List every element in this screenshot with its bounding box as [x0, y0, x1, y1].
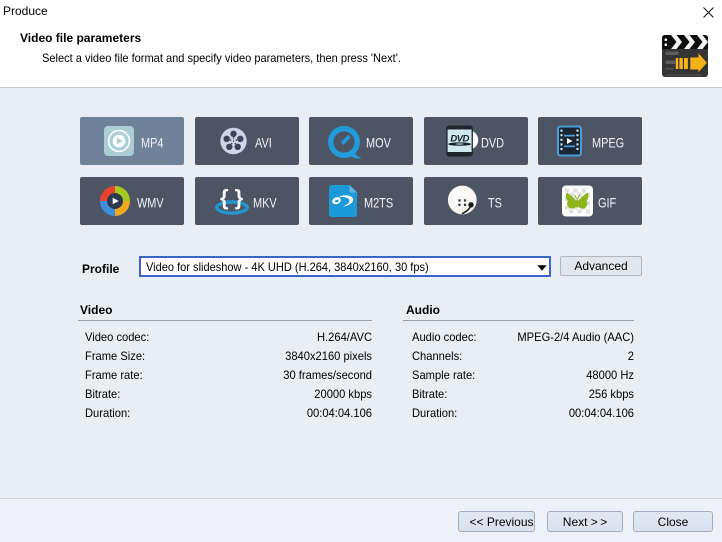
- svg-text:{ }: { }: [220, 185, 244, 210]
